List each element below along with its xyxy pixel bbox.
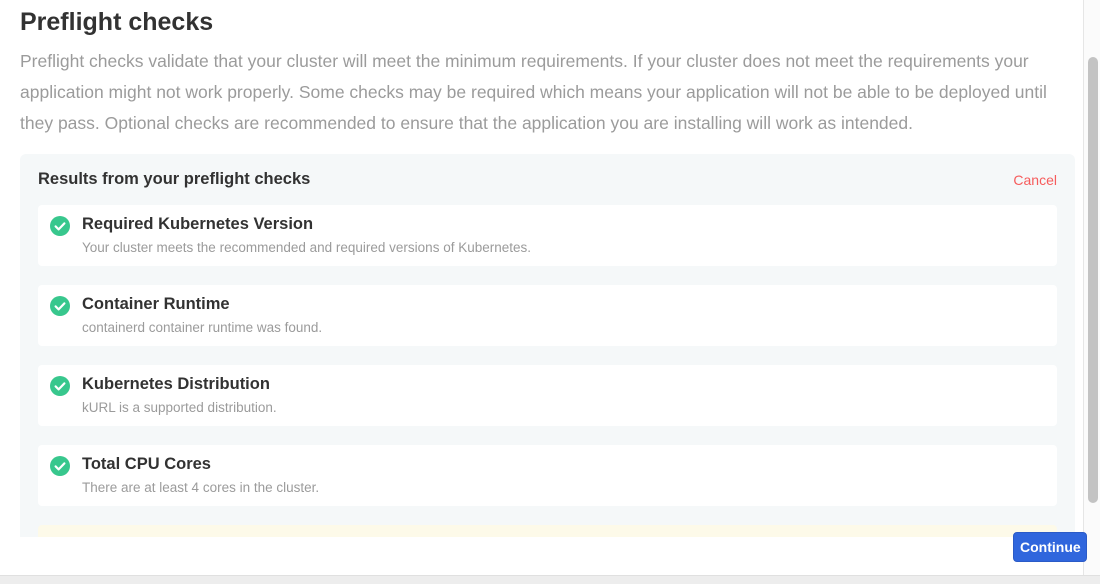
scrollbar-track[interactable] <box>1083 0 1100 575</box>
check-row: Container Runtime containerd container r… <box>38 285 1057 346</box>
check-title: Required Kubernetes Version <box>82 215 531 234</box>
check-message: containerd container runtime was found. <box>82 320 322 335</box>
check-message: There are at least 4 cores in the cluste… <box>82 480 319 495</box>
check-circle-icon <box>50 456 70 476</box>
footer-bar <box>0 537 1100 575</box>
check-title: Total CPU Cores <box>82 455 319 474</box>
preflight-results-panel: Results from your preflight checks Cance… <box>20 154 1075 548</box>
cancel-button[interactable]: Cancel <box>1013 172 1057 188</box>
check-body: Kubernetes Distribution kURL is a suppor… <box>82 375 277 415</box>
check-body: Required Kubernetes Version Your cluster… <box>82 215 531 255</box>
page-title: Preflight checks <box>20 8 1076 37</box>
check-message: kURL is a supported distribution. <box>82 400 277 415</box>
preflight-page: Preflight checks Preflight checks valida… <box>0 0 1076 548</box>
bottom-band <box>0 575 1100 584</box>
check-row: Total CPU Cores There are at least 4 cor… <box>38 445 1057 506</box>
panel-header: Results from your preflight checks Cance… <box>38 170 1057 189</box>
check-title: Kubernetes Distribution <box>82 375 277 394</box>
panel-title: Results from your preflight checks <box>38 170 310 189</box>
check-circle-icon <box>50 296 70 316</box>
check-message: Your cluster meets the recommended and r… <box>82 240 531 255</box>
check-circle-icon <box>50 216 70 236</box>
check-title: Container Runtime <box>82 295 322 314</box>
check-body: Container Runtime containerd container r… <box>82 295 322 335</box>
check-circle-icon <box>50 376 70 396</box>
scrollbar-thumb[interactable] <box>1088 57 1098 503</box>
check-row: Kubernetes Distribution kURL is a suppor… <box>38 365 1057 426</box>
check-body: Total CPU Cores There are at least 4 cor… <box>82 455 319 495</box>
continue-button[interactable]: Continue <box>1013 532 1087 562</box>
check-list: Required Kubernetes Version Your cluster… <box>38 205 1057 548</box>
check-row: Required Kubernetes Version Your cluster… <box>38 205 1057 266</box>
page-description: Preflight checks validate that your clus… <box>20 46 1060 139</box>
